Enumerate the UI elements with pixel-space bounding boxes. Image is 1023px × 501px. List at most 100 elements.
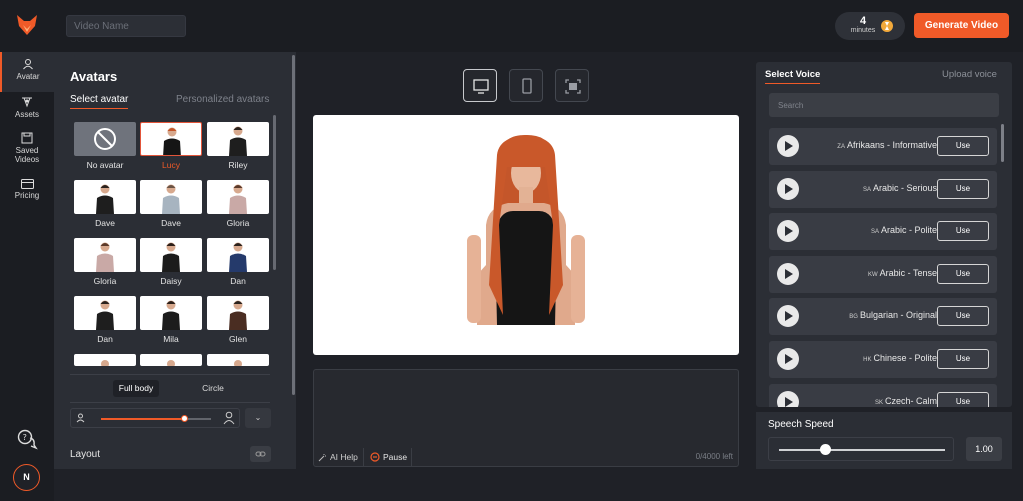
tab-select-avatar[interactable]: Select avatar	[70, 94, 129, 109]
save-icon	[21, 132, 33, 144]
voice-name: BG Bulgarian - Original	[769, 310, 937, 320]
avatar-tile[interactable]	[207, 354, 269, 366]
avatar-tile[interactable]: Dan	[74, 296, 136, 344]
tab-personalized-avatars[interactable]: Personalized avatars	[176, 94, 269, 105]
speed-knob[interactable]	[819, 444, 831, 455]
avatar-tile[interactable]	[74, 354, 136, 366]
layout-label: Layout	[70, 449, 101, 460]
avatar-thumbnail	[140, 180, 202, 214]
avatar-tile[interactable]: Dave	[74, 180, 136, 228]
small-user-icon	[76, 413, 85, 423]
no-avatar-icon	[74, 122, 136, 156]
video-name-input[interactable]: Video Name	[66, 15, 186, 37]
avatar-name: Gloria	[226, 218, 250, 228]
left-rail: Avatar Assets Saved Videos Pricing ? N	[0, 52, 54, 501]
pause-label: Pause	[383, 452, 408, 462]
circle-tab[interactable]: Circle	[193, 380, 233, 397]
tab-upload-voice[interactable]: Upload voice	[942, 69, 997, 80]
speech-speed-panel: Speech Speed 1.00	[756, 412, 1012, 469]
avatar-thumbnail	[74, 354, 136, 366]
generate-video-button[interactable]: Generate Video	[914, 13, 1009, 38]
avatar-name: No avatar	[86, 160, 124, 170]
voice-row: HK Chinese - Polite Use	[769, 341, 997, 378]
avatar-tile[interactable]: Glen	[207, 296, 269, 344]
preview-canvas[interactable]	[313, 115, 739, 355]
use-voice-button[interactable]: Use	[937, 263, 989, 284]
ai-help-button[interactable]: AI Help	[314, 448, 364, 466]
voice-row: ZA Afrikaans - Informative Use	[769, 128, 997, 165]
use-voice-button[interactable]: Use	[937, 178, 989, 199]
rail-item-label: Saved Videos	[14, 146, 40, 164]
chevron-down-icon[interactable]: ⌄	[245, 408, 271, 428]
speech-speed-value[interactable]: 1.00	[966, 437, 1002, 461]
avatar-tile[interactable]: Lucy	[140, 122, 202, 170]
rail-item-assets[interactable]: Assets	[0, 96, 54, 126]
speech-speed-slider[interactable]	[768, 437, 954, 461]
avatar-name: Gloria	[93, 276, 117, 286]
avatar-thumbnail	[207, 354, 269, 366]
link-icon[interactable]	[250, 446, 271, 462]
char-count: 0/4000 left	[695, 452, 733, 461]
expand-icon	[565, 79, 581, 94]
pause-icon	[370, 452, 380, 462]
avatar-name: Dave	[161, 218, 181, 228]
voice-panel: Select Voice Upload voice Search ZA Afrik…	[756, 62, 1012, 407]
rail-item-saved-videos[interactable]: Saved Videos	[0, 132, 54, 170]
full-body-tab[interactable]: Full body	[113, 380, 159, 397]
voice-country-code: ZA	[837, 144, 845, 150]
panel-scrollbar[interactable]	[292, 55, 295, 395]
avatar-tile[interactable]: Gloria	[74, 238, 136, 286]
grid-scrollbar[interactable]	[273, 115, 276, 270]
voice-country-code: HK	[863, 357, 872, 363]
use-voice-button[interactable]: Use	[937, 221, 989, 242]
desktop-view-button[interactable]	[463, 69, 497, 102]
avatar-preview	[467, 135, 585, 325]
use-voice-button[interactable]: Use	[937, 349, 989, 369]
use-voice-button[interactable]: Use	[937, 136, 989, 156]
fox-logo-icon[interactable]	[14, 12, 40, 38]
tab-select-voice[interactable]: Select Voice	[765, 69, 821, 84]
avatar-size-slider[interactable]	[70, 408, 240, 428]
panel-title: Avatars	[70, 69, 118, 84]
avatar-tile[interactable]: Dave	[140, 180, 202, 228]
mobile-view-button[interactable]	[509, 69, 543, 102]
voice-label: Czech- Calm	[884, 395, 937, 406]
avatar-tile[interactable]: Gloria	[207, 180, 269, 228]
voice-label: Arabic - Polite	[880, 225, 937, 236]
voice-row: SA Arabic - Serious Use	[769, 170, 997, 208]
rail-item-label: Avatar	[16, 72, 40, 81]
rail-item-pricing[interactable]: Pricing	[0, 179, 54, 207]
avatar-tile[interactable]: No avatar	[74, 122, 136, 170]
pause-button[interactable]: Pause	[366, 448, 412, 466]
voice-scrollbar[interactable]	[1001, 124, 1004, 162]
rail-item-avatar[interactable]: Avatar	[0, 52, 54, 92]
avatar-tile[interactable]	[140, 354, 202, 366]
speech-speed-label: Speech Speed	[768, 419, 834, 430]
divider	[70, 402, 270, 403]
voice-name: SA Arabic - Serious	[769, 183, 937, 193]
use-voice-button[interactable]: Use	[937, 391, 989, 407]
divider	[70, 374, 270, 375]
avatar-name: Riley	[228, 160, 248, 170]
avatar-thumbnail	[207, 296, 269, 330]
user-avatar-button[interactable]: N	[13, 464, 40, 491]
voice-search-input[interactable]: Search	[769, 93, 999, 117]
ai-help-label: AI Help	[330, 452, 358, 462]
size-knob[interactable]	[180, 415, 188, 422]
script-textarea[interactable]: AI Help Pause 0/4000 left	[313, 369, 739, 467]
use-voice-button[interactable]: Use	[937, 306, 989, 327]
fullscreen-view-button[interactable]	[555, 69, 589, 102]
avatar-tile[interactable]: Daisy	[140, 238, 202, 286]
help-chat-icon[interactable]: ?	[16, 428, 38, 450]
avatar-tile[interactable]: Mila	[140, 296, 202, 344]
assets-icon	[22, 97, 32, 108]
avatar-tile[interactable]: Riley	[207, 122, 269, 170]
avatar-thumbnail	[74, 238, 136, 272]
avatar-name: Lucy	[162, 160, 180, 170]
avatar-thumbnail	[140, 296, 202, 330]
avatar-name: Glen	[229, 334, 247, 344]
card-icon	[20, 179, 34, 189]
voice-country-code: KW	[867, 271, 878, 278]
avatar-name: Dave	[95, 218, 115, 228]
avatar-tile[interactable]: Dan	[207, 238, 269, 286]
